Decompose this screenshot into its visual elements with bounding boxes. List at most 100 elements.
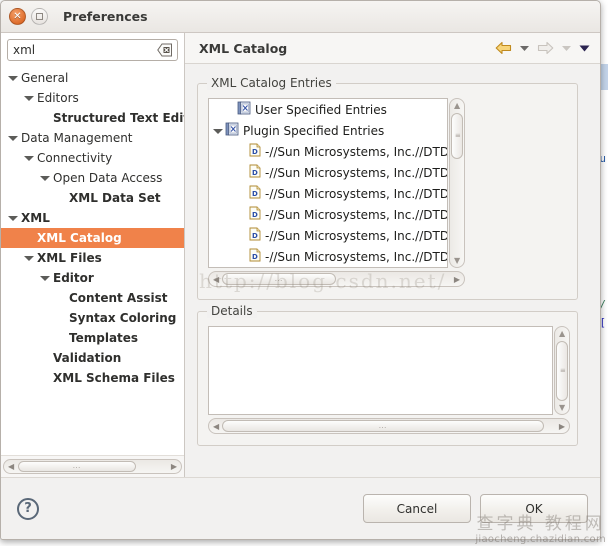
- search-input[interactable]: [8, 40, 177, 60]
- list-item[interactable]: D -//Sun Microsystems, Inc.//DTD En: [209, 183, 447, 204]
- expand-triangle-icon[interactable]: [7, 212, 19, 224]
- sidebar-item-data-management[interactable]: Data Management: [1, 128, 184, 148]
- expand-triangle-icon[interactable]: [39, 172, 51, 184]
- scrollbar-thumb[interactable]: ⋯: [18, 461, 136, 472]
- scroll-down-icon[interactable]: ▼: [454, 256, 460, 265]
- sidebar-item-structured-text-edit[interactable]: Structured Text Edit: [1, 108, 184, 128]
- list-vertical-scrollbar[interactable]: ▲ ▼ ≡: [449, 98, 465, 268]
- forward-arrow-icon: [537, 41, 554, 55]
- view-menu-chevron-down-icon[interactable]: [579, 43, 590, 53]
- dialog-body: General Editors Structured Text Edit Data M…: [1, 33, 600, 477]
- expand-triangle-icon[interactable]: [23, 152, 35, 164]
- close-icon[interactable]: ✕: [9, 8, 26, 25]
- back-arrow-icon[interactable]: [495, 41, 512, 55]
- cancel-button[interactable]: Cancel: [363, 494, 471, 523]
- list-item-label: User Specified Entries: [255, 102, 387, 117]
- scroll-left-icon[interactable]: ◀: [8, 462, 14, 471]
- list-item[interactable]: Plugin Specified Entries: [209, 120, 447, 141]
- sidebar-horizontal-scrollbar[interactable]: ◀ ▶ ⋯: [1, 455, 184, 477]
- list-item[interactable]: D -//Sun Microsystems, Inc.//DTD Fa: [209, 204, 447, 225]
- scroll-up-icon[interactable]: ▲: [454, 101, 460, 110]
- details-text-area[interactable]: [208, 326, 553, 415]
- filter-box[interactable]: [7, 39, 178, 61]
- list-item-label: -//Sun Microsystems, Inc.//DTD Co: [265, 144, 448, 159]
- sidebar-item-xml-files[interactable]: XML Files: [1, 248, 184, 268]
- sidebar-item-general[interactable]: General: [1, 68, 184, 88]
- scrollbar-grip: ≡: [560, 366, 566, 375]
- group-title: XML Catalog Entries: [207, 76, 336, 90]
- sidebar-item-label: Data Management: [21, 131, 133, 145]
- scrollbar-thumb[interactable]: ⋯: [222, 420, 544, 432]
- scroll-right-icon[interactable]: ▶: [559, 422, 565, 431]
- svg-text:D: D: [252, 211, 258, 219]
- expand-triangle-icon[interactable]: [23, 252, 35, 264]
- xml-catalog-entries-group: XML Catalog Entries User Specified Entri…: [197, 76, 578, 300]
- scrollbar-thumb[interactable]: ≡: [451, 113, 463, 159]
- sidebar-item-xml[interactable]: XML: [1, 208, 184, 228]
- list-item[interactable]: D-//Sun Microsystems, Inc.//DTD J2: [209, 267, 447, 268]
- scroll-right-icon[interactable]: ▶: [454, 275, 460, 284]
- scroll-right-icon[interactable]: ▶: [171, 462, 177, 471]
- list-item[interactable]: User Specified Entries: [209, 99, 447, 120]
- ok-button[interactable]: OK: [480, 494, 588, 523]
- scroll-left-icon[interactable]: ◀: [213, 422, 219, 431]
- sidebar-item-editor[interactable]: Editor: [1, 268, 184, 288]
- group-title: Details: [207, 304, 257, 318]
- list-horizontal-scrollbar[interactable]: ◀ ▶ ⋯: [208, 271, 465, 288]
- sidebar-item-syntax-coloring[interactable]: Syntax Coloring: [1, 308, 184, 328]
- scrollbar-grip: ≡: [455, 131, 461, 140]
- scrollbar-track[interactable]: ◀ ▶ ⋯: [208, 418, 570, 434]
- sidebar-item-label: Editors: [37, 91, 79, 105]
- sidebar-item-xml-schema-files[interactable]: XML Schema Files: [1, 368, 184, 388]
- scrollbar-track[interactable]: ◀ ▶ ⋯: [3, 459, 182, 474]
- expand-triangle-icon[interactable]: [212, 125, 224, 137]
- preferences-tree[interactable]: General Editors Structured Text Edit Data M…: [1, 66, 184, 455]
- list-item[interactable]: D -//Sun Microsystems, Inc.//DTD Co: [209, 141, 447, 162]
- sidebar-item-label: XML Schema Files: [53, 371, 175, 385]
- sidebar-item-editors[interactable]: Editors: [1, 88, 184, 108]
- window-title: Preferences: [63, 9, 148, 24]
- list-item[interactable]: D -//Sun Microsystems, Inc.//DTD En: [209, 162, 447, 183]
- dtd-icon: D: [249, 185, 261, 202]
- sidebar-item-validation[interactable]: Validation: [1, 348, 184, 368]
- list-item[interactable]: D -//Sun Microsystems, Inc.//DTD Fa: [209, 225, 447, 246]
- details-vertical-scrollbar[interactable]: ▲ ▼ ≡: [554, 326, 570, 415]
- sidebar-item-templates[interactable]: Templates: [1, 328, 184, 348]
- scrollbar-track[interactable]: ◀ ▶ ⋯: [208, 271, 465, 287]
- back-menu-chevron-down-icon[interactable]: [519, 43, 530, 53]
- scrollbar-thumb[interactable]: ⋯: [222, 273, 336, 285]
- scroll-down-icon[interactable]: ▼: [559, 403, 565, 412]
- details-horizontal-scrollbar[interactable]: ◀ ▶ ⋯: [208, 418, 570, 435]
- sidebar-item-connectivity[interactable]: Connectivity: [1, 148, 184, 168]
- sidebar-item-label: Syntax Coloring: [69, 311, 177, 325]
- sidebar-item-xml-data-set[interactable]: XML Data Set: [1, 188, 184, 208]
- sidebar-item-label: Content Assist: [69, 291, 168, 305]
- preferences-dialog: ✕ Preferences General Editors Structured T…: [0, 0, 601, 540]
- maximize-icon[interactable]: [31, 8, 48, 25]
- expand-triangle-icon[interactable]: [7, 72, 19, 84]
- cancel-button-label: Cancel: [396, 501, 438, 516]
- sidebar-item-open-data-access[interactable]: Open Data Access: [1, 168, 184, 188]
- scrollbar-thumb[interactable]: ≡: [556, 341, 568, 401]
- list-item-label: -//Sun Microsystems, Inc.//DTD J2: [265, 249, 448, 264]
- scroll-up-icon[interactable]: ▲: [559, 329, 565, 338]
- forward-menu-chevron-down-icon: [562, 46, 571, 51]
- expand-triangle-icon[interactable]: [39, 272, 51, 284]
- scrollbar-grip: ⋯: [72, 463, 82, 472]
- scroll-left-icon[interactable]: ◀: [213, 275, 219, 284]
- expand-triangle-icon[interactable]: [23, 92, 35, 104]
- help-icon[interactable]: ?: [17, 497, 39, 520]
- sidebar-item-label: Editor: [53, 271, 94, 285]
- catalog-entries-list[interactable]: User Specified Entries Plugin Specified E…: [208, 98, 448, 268]
- sidebar-item-xml-catalog[interactable]: XML Catalog: [1, 228, 184, 248]
- expand-triangle-icon[interactable]: [7, 132, 19, 144]
- list-item[interactable]: D-//Sun Microsystems, Inc.//DTD J2: [209, 246, 447, 267]
- sidebar-item-content-assist[interactable]: Content Assist: [1, 288, 184, 308]
- clear-icon[interactable]: [157, 43, 173, 57]
